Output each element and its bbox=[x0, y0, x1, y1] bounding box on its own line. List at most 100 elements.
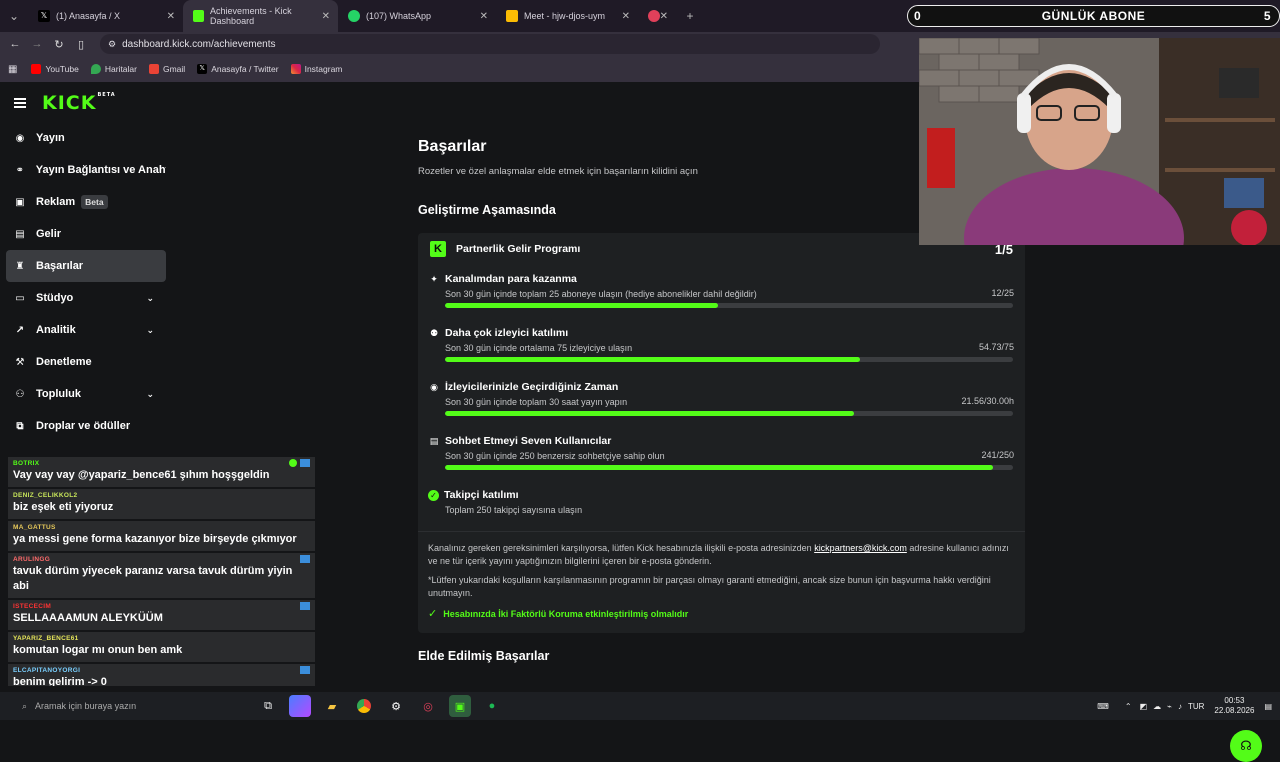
bookmark-instagram[interactable]: Instagram bbox=[290, 64, 343, 74]
maps-pin-icon bbox=[90, 64, 101, 74]
url-field[interactable]: ⚙ dashboard.kick.com/achievements bbox=[100, 34, 880, 54]
close-icon[interactable]: ✕ bbox=[480, 11, 488, 22]
stream-chat-overlay: BOTRIX Vay vay vay @yapariz_bence61 şıhım… bbox=[8, 457, 315, 688]
two-factor-text: Hesabınızda İki Faktörlü Koruma etkinleş… bbox=[443, 609, 689, 619]
progress-fill bbox=[445, 465, 993, 470]
sidebar-item-gelir[interactable]: ▤ Gelir bbox=[6, 218, 166, 250]
app-icon[interactable]: ⚙ bbox=[385, 695, 407, 717]
back-arrow-icon[interactable]: ← bbox=[4, 38, 26, 50]
task-desc: Son 30 gün içinde ortalama 75 izleyiciye… bbox=[445, 343, 633, 353]
support-chat-button[interactable]: ☊ bbox=[1230, 730, 1262, 762]
sidebar-item-label: Başarılar bbox=[36, 260, 84, 272]
site-info-icon[interactable]: ⚙ bbox=[108, 39, 116, 50]
task-monetization: ✦ Kanalımdan para kazanma Son 30 gün için… bbox=[418, 265, 1025, 319]
email-link[interactable]: kickpartners@kick.com bbox=[814, 543, 907, 553]
sidebar-item-label: Yayın Bağlantısı ve Anahtar bbox=[35, 164, 166, 176]
sidebar-item-label: Analitik bbox=[36, 324, 76, 336]
close-icon[interactable]: ✕ bbox=[167, 11, 175, 22]
chevron-down-icon[interactable]: ⌄ bbox=[146, 325, 154, 336]
taskbar-search[interactable]: ⌕ Aramak için buraya yazın bbox=[22, 696, 252, 716]
spotify-icon[interactable]: ● bbox=[481, 695, 503, 717]
progress-bar bbox=[445, 303, 1013, 308]
sidebar-item-denetleme[interactable]: ⚒ Denetleme bbox=[6, 346, 166, 378]
close-icon[interactable]: ✕ bbox=[622, 11, 630, 22]
logo-text: KICK bbox=[42, 92, 97, 114]
chat-username: BOTRIX bbox=[13, 460, 40, 467]
forward-arrow-icon[interactable]: → bbox=[26, 38, 48, 50]
notification-icon[interactable]: ▤ bbox=[1264, 702, 1272, 711]
broadcast-icon: ◉ bbox=[15, 132, 25, 144]
search-placeholder: Aramak için buraya yazın bbox=[35, 701, 137, 711]
chat-message: ELCAPITANOYORGI benim gelirim -> 0 bbox=[8, 664, 315, 686]
platform-badge-icon bbox=[300, 666, 310, 674]
volume-icon[interactable]: ♪ bbox=[1178, 702, 1182, 711]
file-explorer-icon[interactable]: ▰ bbox=[321, 695, 343, 717]
tab-list-chevron-icon[interactable]: ⌄ bbox=[0, 0, 28, 32]
tray-app-icon[interactable]: ◩ bbox=[1140, 702, 1148, 711]
network-icon[interactable]: ⌁ bbox=[1167, 702, 1172, 711]
copilot-icon[interactable] bbox=[289, 695, 311, 717]
logo-beta: BETA bbox=[97, 92, 116, 98]
footer-note: *Lütfen yukarıdaki koşulların karşılanma… bbox=[428, 575, 991, 598]
bookmark-maps[interactable]: Haritalar bbox=[90, 64, 137, 74]
chat-username: MA_GATTUS bbox=[13, 524, 56, 531]
bookmark-label: Instagram bbox=[304, 64, 343, 74]
clock[interactable]: 00:53 22.08.2026 bbox=[1214, 696, 1254, 716]
cloud-icon[interactable]: ☁ bbox=[1153, 702, 1161, 711]
language-indicator[interactable]: TUR bbox=[1188, 702, 1204, 711]
tab-meet[interactable]: Meet - hjw-djos-uym ✕ bbox=[496, 0, 638, 32]
close-icon[interactable]: ✕ bbox=[660, 11, 668, 22]
apps-grid-icon[interactable]: ▦ bbox=[8, 64, 17, 75]
task-title: Daha çok izleyici katılımı bbox=[445, 327, 569, 339]
task-view-icon[interactable]: ⧉ bbox=[257, 695, 279, 717]
chat-message: BOTRIX Vay vay vay @yapariz_bence61 şıhım… bbox=[8, 457, 315, 487]
tab-recording[interactable]: ✕ bbox=[638, 0, 676, 32]
close-icon[interactable]: ✕ bbox=[322, 11, 330, 22]
chrome-icon[interactable] bbox=[353, 695, 375, 717]
reload-icon[interactable]: ↻ bbox=[48, 38, 70, 51]
community-icon: ⚇ bbox=[15, 388, 25, 400]
side-panel-icon[interactable]: ▯ bbox=[70, 38, 92, 51]
kick-icon bbox=[193, 10, 205, 22]
tab-kick-dashboard[interactable]: Achievements - Kick Dashboard ✕ bbox=[183, 0, 338, 32]
sidebar-item-droplar[interactable]: ⧉ Droplar ve ödüller bbox=[6, 410, 166, 442]
sidebar-item-studyo[interactable]: ▭ Stüdyo ⌄ bbox=[6, 282, 166, 314]
chevron-down-icon[interactable]: ⌄ bbox=[146, 389, 154, 400]
kick-app-icon[interactable]: ▣ bbox=[449, 695, 471, 717]
chat-username: YAPARIZ_BENCE61 bbox=[13, 635, 79, 642]
bookmark-youtube[interactable]: YouTube bbox=[31, 64, 79, 74]
task-viewers: ⚉ Daha çok izleyici katılımı Son 30 gün i… bbox=[418, 319, 1025, 373]
menu-icon[interactable] bbox=[14, 98, 26, 108]
gmail-icon bbox=[148, 64, 159, 74]
bookmark-twitter[interactable]: 𝕏 Anasayfa / Twitter bbox=[197, 64, 279, 74]
sidebar-item-basarilar[interactable]: ♜ Başarılar bbox=[6, 250, 166, 282]
sidebar-item-analitik[interactable]: ↗ Analitik ⌄ bbox=[6, 314, 166, 346]
tab-whatsapp[interactable]: (107) WhatsApp ✕ bbox=[338, 0, 496, 32]
sidebar-item-stream-key[interactable]: ⚭ Yayın Bağlantısı ve Anahtar bbox=[6, 154, 166, 186]
chevron-up-icon[interactable]: ⌃ bbox=[1125, 702, 1132, 711]
sidebar-item-reklam[interactable]: ▣ Reklam Beta bbox=[6, 186, 166, 218]
task-title: Sohbet Etmeyi Seven Kullanıcılar bbox=[445, 435, 612, 447]
two-factor-requirement: ✓ Hesabınızda İki Faktörlü Koruma etkinle… bbox=[428, 608, 1013, 621]
bookmark-gmail[interactable]: Gmail bbox=[148, 64, 186, 74]
new-tab-plus-icon[interactable]: + bbox=[676, 0, 704, 32]
kick-logo[interactable]: KICKBETA bbox=[42, 92, 116, 114]
task-stream-time: ◉ İzleyicilerinizle Geçirdiğiniz Zaman So… bbox=[418, 373, 1025, 427]
counter-right-value: 5 bbox=[1263, 9, 1271, 23]
sidebar-item-yayin[interactable]: ◉ Yayın bbox=[6, 122, 166, 154]
bookmark-label: Gmail bbox=[162, 64, 186, 74]
tab-x[interactable]: 𝕏 (1) Anasayfa / X ✕ bbox=[28, 0, 183, 32]
chevron-down-icon[interactable]: ⌄ bbox=[146, 293, 154, 304]
instagram-icon bbox=[290, 64, 301, 74]
search-icon: ⌕ bbox=[22, 700, 28, 711]
sidebar-item-topluluk[interactable]: ⚇ Topluluk ⌄ bbox=[6, 378, 166, 410]
section-title-earned: Elde Edilmiş Başarılar bbox=[418, 649, 550, 663]
opera-icon[interactable]: ◎ bbox=[417, 695, 439, 717]
chat-message: DENIZ_CELIKKOL2 biz eşek eti yiyoruz bbox=[8, 489, 315, 519]
keyboard-icon[interactable]: ⌨ bbox=[1097, 702, 1109, 711]
chat-text: SELLAAAAMUN ALEYKÜÜM bbox=[13, 612, 163, 624]
header-logo-row: KICKBETA bbox=[14, 92, 116, 114]
sidebar-item-label: Reklam bbox=[36, 196, 76, 208]
bookmark-label: Anasayfa / Twitter bbox=[211, 64, 279, 74]
url-text: dashboard.kick.com/achievements bbox=[122, 38, 276, 50]
